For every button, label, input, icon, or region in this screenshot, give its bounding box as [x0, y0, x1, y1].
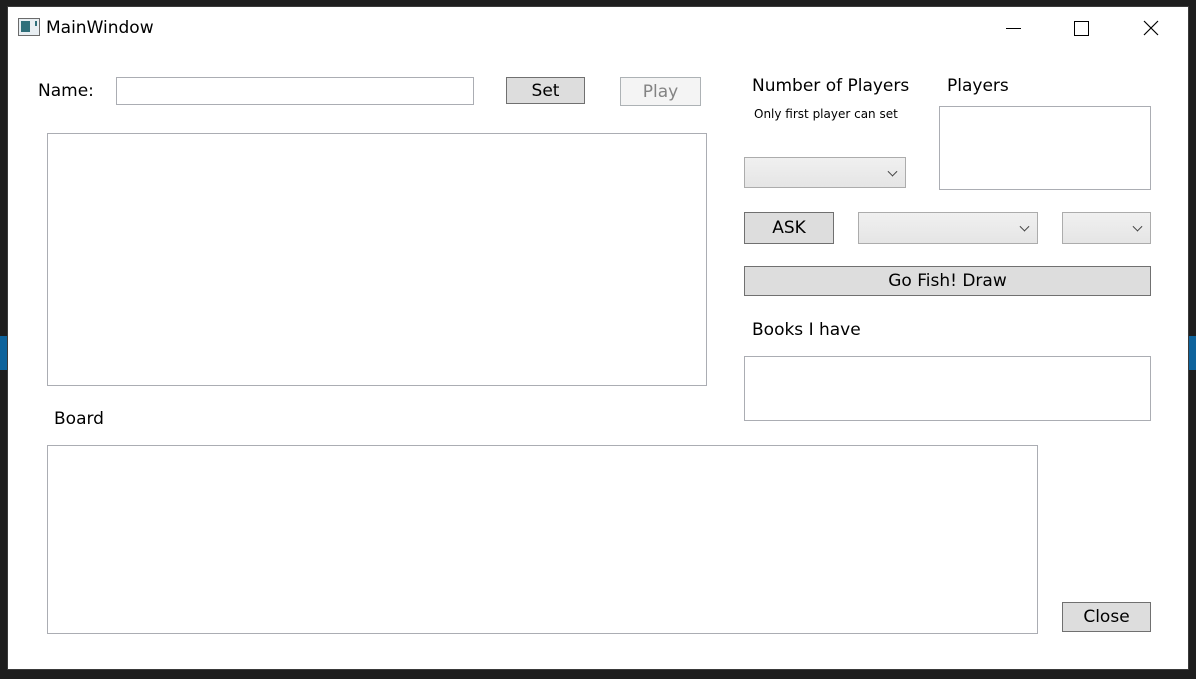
name-label: Name:: [38, 81, 94, 101]
title-bar: MainWindow: [8, 7, 1188, 49]
set-button[interactable]: Set: [506, 77, 585, 104]
ask-player-select[interactable]: [858, 212, 1038, 244]
number-of-players-label: Number of Players: [752, 76, 910, 96]
chevron-down-icon: [1132, 221, 1143, 232]
close-window-button[interactable]: [1118, 7, 1184, 49]
minimize-button[interactable]: [980, 7, 1046, 49]
play-button[interactable]: Play: [620, 77, 701, 106]
app-icon: [18, 18, 40, 36]
first-player-note: Only first player can set: [754, 107, 898, 121]
players-list[interactable]: [939, 106, 1151, 190]
window-title: MainWindow: [46, 18, 154, 38]
background-tab-marker-right: [1188, 336, 1196, 370]
board-area[interactable]: [47, 445, 1038, 634]
maximize-button[interactable]: [1048, 7, 1114, 49]
message-area[interactable]: [47, 133, 707, 386]
books-label: Books I have: [752, 320, 861, 340]
minimize-icon: [1005, 27, 1021, 29]
chevron-down-icon: [887, 166, 898, 177]
board-label: Board: [54, 409, 104, 429]
books-list[interactable]: [744, 356, 1151, 421]
name-input[interactable]: [116, 77, 474, 105]
close-icon: [1143, 20, 1159, 36]
go-fish-draw-button[interactable]: Go Fish! Draw: [744, 266, 1151, 296]
ask-rank-select[interactable]: [1062, 212, 1151, 244]
close-button[interactable]: Close: [1062, 602, 1151, 632]
players-label: Players: [947, 76, 1009, 96]
chevron-down-icon: [1019, 221, 1030, 232]
number-of-players-select[interactable]: [744, 157, 906, 188]
ask-button[interactable]: ASK: [744, 212, 834, 244]
main-window: MainWindow Name: Set Play Number of Play…: [8, 7, 1188, 669]
maximize-icon: [1073, 20, 1089, 36]
background-tab-marker-left: [0, 336, 8, 370]
